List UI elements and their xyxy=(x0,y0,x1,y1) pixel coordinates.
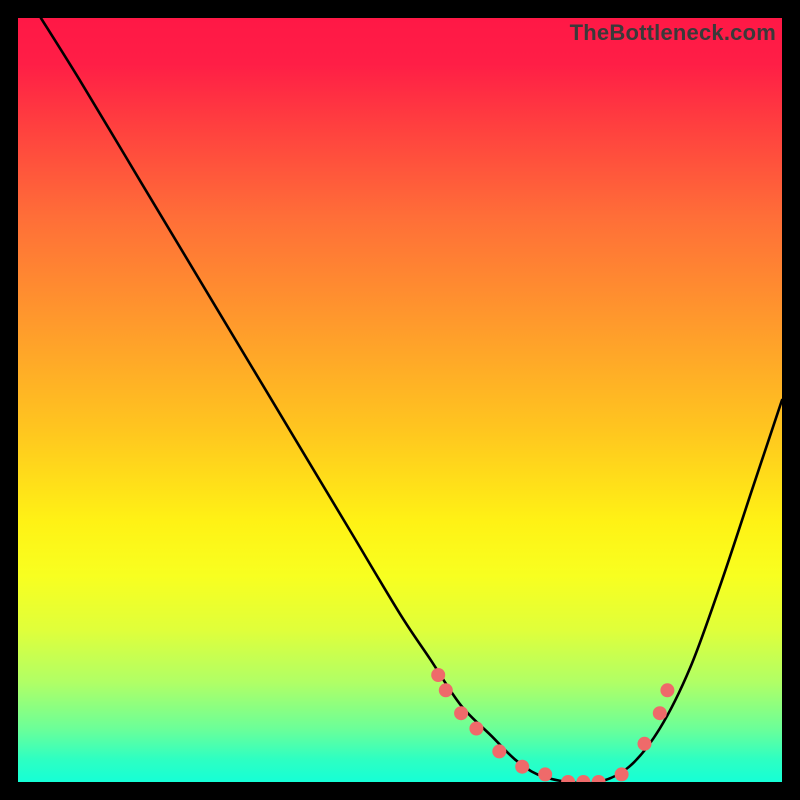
curve-marker xyxy=(592,775,606,782)
curve-marker xyxy=(653,706,667,720)
watermark-text: TheBottleneck.com xyxy=(570,20,776,46)
curve-marker xyxy=(538,767,552,781)
chart-frame: TheBottleneck.com xyxy=(18,18,782,782)
curve-marker xyxy=(431,668,445,682)
plot-area xyxy=(18,18,782,782)
curve-marker xyxy=(454,706,468,720)
curve-marker xyxy=(561,775,575,782)
curve-marker xyxy=(576,775,590,782)
curve-marker xyxy=(492,744,506,758)
curve-marker xyxy=(469,722,483,736)
curve-marker xyxy=(439,683,453,697)
curve-marker xyxy=(660,683,674,697)
curve-marker xyxy=(638,737,652,751)
curve-marker xyxy=(615,767,629,781)
bottleneck-curve xyxy=(18,18,782,782)
curve-marker xyxy=(515,760,529,774)
